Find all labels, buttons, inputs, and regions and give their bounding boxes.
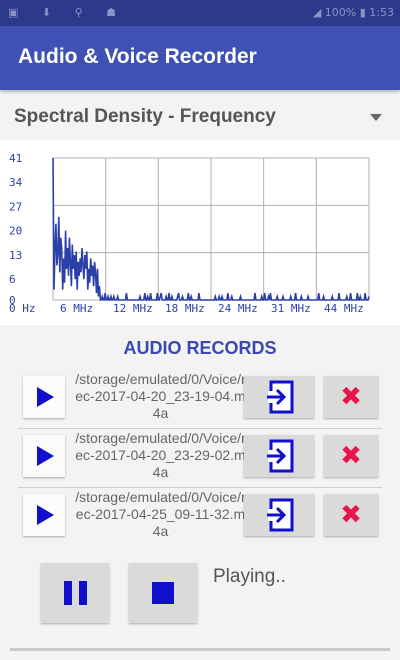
delete-icon: ✖ [340, 500, 362, 530]
spectral-density-chart: 41 34 27 20 13 6 0 0 Hz 6 MHz 12 MHz 18 MHz 24 MHz 3… [0, 140, 400, 325]
record-row: /storage/emulated/0/Voice/rec-2017-04-20… [18, 430, 388, 491]
spinner-selected-value: Spectral Density - Frequency [14, 106, 276, 127]
play-button[interactable] [23, 435, 65, 477]
battery-icon: ▮ [359, 6, 366, 19]
x-tick-label: 44 MHz [324, 302, 364, 315]
chart-svg: 4134272013600 Hz 6 MHz 12 MHz 18 MHz 24 MHz 3… [9, 152, 370, 315]
x-tick-label: 0 Hz [9, 302, 36, 315]
x-tick-label: 18 MHz [165, 302, 205, 315]
delete-button[interactable]: ✖ [324, 376, 378, 418]
status-right: ◢ 100% ▮ 1:53 [313, 6, 394, 19]
share-icon [267, 380, 294, 414]
app-title: Audio & Voice Recorder [18, 45, 257, 68]
section-title: AUDIO RECORDS [123, 338, 277, 358]
record-row: /storage/emulated/0/Voice/rec-2017-04-20… [18, 371, 388, 432]
delete-icon: ✖ [340, 382, 362, 412]
y-tick-label: 41 [9, 152, 22, 165]
x-tick-label: 12 MHz [113, 302, 153, 315]
clock: 1:53 [369, 6, 394, 19]
bottom-divider [10, 648, 390, 651]
play-icon [37, 446, 54, 466]
share-button[interactable] [244, 494, 314, 536]
x-tick-label: 6 MHz [60, 302, 93, 315]
status-bar: ▣ ⬇ ⚲ ☗ ◢ 100% ▮ 1:53 [0, 0, 400, 26]
x-tick-label: 31 MHz [271, 302, 311, 315]
pause-icon [64, 581, 88, 605]
share-icon [267, 498, 294, 532]
record-path: /storage/emulated/0/Voice/rec-2017-04-25… [75, 489, 246, 539]
y-tick-label: 27 [9, 200, 22, 213]
delete-button[interactable]: ✖ [324, 494, 378, 536]
play-button[interactable] [23, 376, 65, 418]
app-bar: Audio & Voice Recorder [0, 26, 400, 90]
row-divider [18, 487, 382, 488]
play-button[interactable] [23, 494, 65, 536]
playback-status: Playing.. [213, 566, 286, 587]
stop-icon [152, 582, 174, 604]
y-tick-label: 20 [9, 225, 22, 238]
chart-type-spinner[interactable]: Spectral Density - Frequency [0, 100, 400, 140]
share-button[interactable] [244, 376, 314, 418]
notification-icons: ▣ ⬇ ⚲ ☗ [8, 6, 127, 19]
share-icon [267, 439, 294, 473]
delete-button[interactable]: ✖ [324, 435, 378, 477]
signal-icon: ◢ [312, 6, 322, 19]
y-tick-label: 13 [9, 249, 22, 262]
pause-button[interactable] [41, 563, 109, 623]
y-tick-label: 34 [9, 176, 23, 189]
play-icon [37, 505, 54, 525]
record-path: /storage/emulated/0/Voice/rec-2017-04-20… [75, 430, 246, 480]
row-divider [18, 428, 382, 429]
dropdown-arrow-icon [370, 114, 382, 121]
record-row: /storage/emulated/0/Voice/rec-2017-04-25… [18, 489, 388, 550]
delete-icon: ✖ [340, 441, 362, 471]
record-path: /storage/emulated/0/Voice/rec-2017-04-20… [75, 371, 246, 421]
battery-level: 100% [324, 6, 357, 19]
share-button[interactable] [244, 435, 314, 477]
x-tick-label: 24 MHz [218, 302, 258, 315]
play-icon [37, 387, 54, 407]
y-tick-label: 6 [9, 273, 16, 286]
stop-button[interactable] [129, 563, 197, 623]
